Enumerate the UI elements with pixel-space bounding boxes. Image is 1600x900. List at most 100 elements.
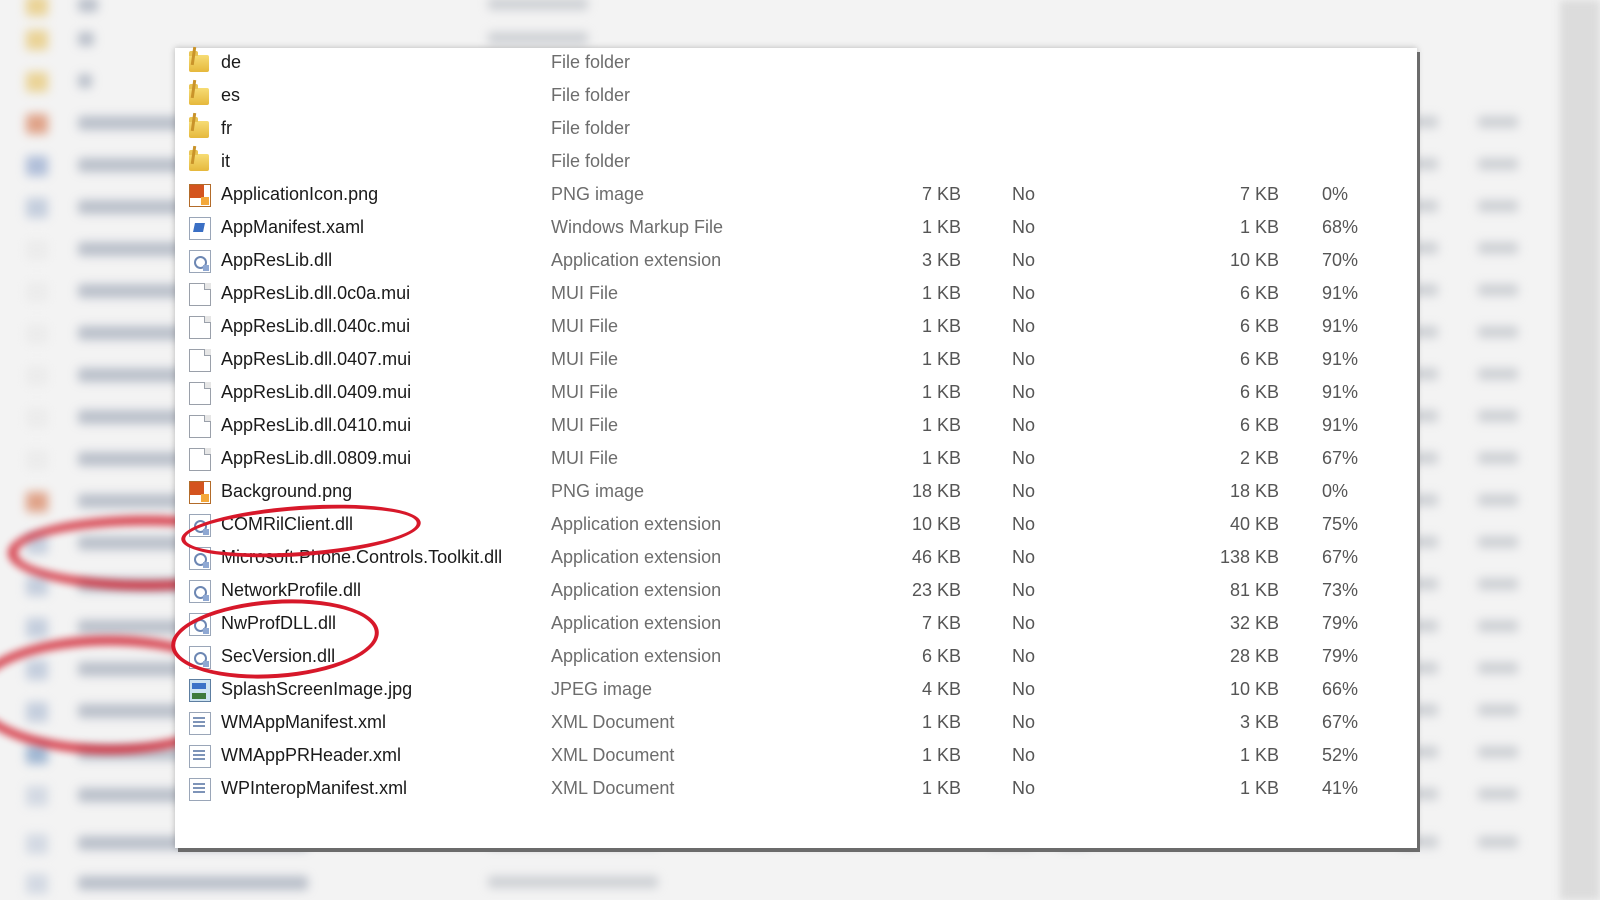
jpg-file-icon [189,679,211,702]
file-name: it [221,151,230,171]
file-type: PNG image [551,481,645,501]
file-ratio: 91% [1322,415,1359,435]
file-password-protected: No [1012,250,1036,270]
file-name: AppResLib.dll.0409.mui [221,382,412,402]
file-name: WPInteropManifest.xml [221,778,408,798]
file-name: WMAppPRHeader.xml [221,745,402,765]
file-ratio: 67% [1322,448,1359,468]
file-row[interactable]: fr File folder [175,112,1417,145]
file-row[interactable]: es File folder [175,79,1417,112]
file-compressed-size: 10 KB [1229,679,1279,699]
bg-val [1478,452,1518,464]
file-compressed-size: 7 KB [1239,184,1279,204]
file-ratio: 75% [1322,514,1359,534]
file-row[interactable]: WMAppPRHeader.xml XML Document 1 KB No 1… [175,739,1417,772]
file-ratio: 67% [1322,712,1359,732]
folder-icon [189,150,209,171]
file-compressed-size: 6 KB [1239,415,1279,435]
file-row[interactable]: ApplicationIcon.png PNG image 7 KB No 7 … [175,178,1417,211]
file-compressed-size: 2 KB [1239,448,1279,468]
file-compressed-size: 1 KB [1239,745,1279,765]
file-row[interactable]: it File folder [175,145,1417,178]
file-size: 1 KB [921,217,961,237]
file-password-protected: No [1012,712,1036,732]
file-name: AppResLib.dll.0410.mui [221,415,412,435]
bg-val [1478,494,1518,506]
bg-val [1478,746,1518,758]
file-size: 1 KB [921,283,961,303]
mui-file-icon [189,415,211,438]
file-ratio: 91% [1322,316,1359,336]
file-name: SplashScreenImage.jpg [221,679,413,699]
mui-file-icon [26,282,48,302]
file-password-protected: No [1012,547,1036,567]
file-row[interactable]: WMAppManifest.xml XML Document 1 KB No 3… [175,706,1417,739]
file-row[interactable]: AppResLib.dll.0410.mui MUI File 1 KB No … [175,409,1417,442]
file-password-protected: No [1012,778,1036,798]
file-type: MUI File [551,415,618,435]
dll-file-icon [26,618,48,638]
file-password-protected: No [1012,745,1036,765]
file-type: File folder [551,118,631,138]
bg-name [78,200,188,214]
png-file-icon [26,492,48,512]
mui-file-icon [26,240,48,260]
file-password-protected: No [1012,679,1036,699]
file-row[interactable]: WPInteropManifest.xml XML Document 1 KB … [175,772,1417,805]
file-size: 7 KB [921,613,961,633]
file-compressed-size: 6 KB [1239,349,1279,369]
file-type: Application extension [551,613,722,633]
bg-name [78,326,188,340]
file-row[interactable]: AppResLib.dll.0409.mui MUI File 1 KB No … [175,376,1417,409]
file-size: 6 KB [921,646,961,666]
file-name: ApplicationIcon.png [221,184,379,204]
file-type: Application extension [551,580,722,600]
file-size: 3 KB [921,250,961,270]
file-size: 7 KB [921,184,961,204]
bg-val [1478,284,1518,296]
file-row[interactable]: NetworkProfile.dll Application extension… [175,574,1417,607]
file-type: File folder [551,85,631,105]
file-row[interactable]: AppResLib.dll Application extension 3 KB… [175,244,1417,277]
file-ratio: 0% [1322,481,1349,501]
file-row[interactable]: AppResLib.dll.0c0a.mui MUI File 1 KB No … [175,277,1417,310]
file-row[interactable]: AppResLib.dll.0809.mui MUI File 1 KB No … [175,442,1417,475]
file-type: File folder [551,151,631,171]
file-ratio: 79% [1322,646,1359,666]
mui-file-icon [26,324,48,344]
bg-val [1478,536,1518,548]
folder-icon [26,0,48,16]
bg-val [1478,578,1518,590]
file-password-protected: No [1012,382,1036,402]
bg-name [78,620,188,634]
bg-name [78,876,308,890]
file-size: 1 KB [921,448,961,468]
bg-name [78,74,92,88]
bg-val [1478,836,1518,848]
file-compressed-size: 32 KB [1229,613,1279,633]
bg-val [1478,242,1518,254]
file-row[interactable]: de File folder [175,46,1417,79]
file-ratio: 91% [1322,382,1359,402]
file-size: 23 KB [911,580,961,600]
xml-file-icon [26,786,48,806]
file-password-protected: No [1012,184,1036,204]
file-row[interactable]: SplashScreenImage.jpg JPEG image 4 KB No… [175,673,1417,706]
file-row[interactable]: AppResLib.dll.040c.mui MUI File 1 KB No … [175,310,1417,343]
bg-type [488,0,588,10]
file-type: Application extension [551,514,722,534]
xaml-file-icon [26,156,48,176]
file-ratio: 68% [1322,217,1359,237]
file-ratio: 0% [1322,184,1349,204]
file-row[interactable]: Background.png PNG image 18 KB No 18 KB … [175,475,1417,508]
file-type: MUI File [551,349,618,369]
file-name: AppResLib.dll [221,250,333,270]
file-type: Application extension [551,646,722,666]
bg-val [1478,326,1518,338]
file-row[interactable]: AppManifest.xaml Windows Markup File 1 K… [175,211,1417,244]
file-type: Application extension [551,250,722,270]
file-size: 1 KB [921,778,961,798]
file-compressed-size: 6 KB [1239,316,1279,336]
file-row[interactable]: AppResLib.dll.0407.mui MUI File 1 KB No … [175,343,1417,376]
bg-val [1478,200,1518,212]
